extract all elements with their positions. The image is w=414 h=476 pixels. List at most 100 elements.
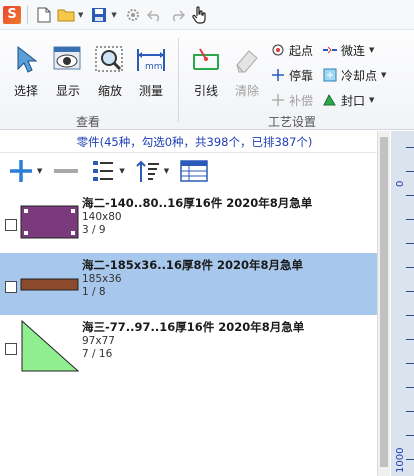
list-view-icon — [93, 161, 114, 181]
stop-button[interactable]: 停靠 — [270, 65, 313, 85]
sort-dropdown-icon[interactable]: ▼ — [164, 167, 169, 175]
start-point-button[interactable]: 起点 — [270, 40, 313, 60]
stop-crosshair-icon — [270, 67, 286, 83]
save-icon[interactable] — [89, 5, 109, 25]
ruler-tick — [406, 315, 414, 316]
ruler-tick — [406, 195, 414, 196]
part-title: 海二-185x36..16厚8件 2020年8月急单 — [82, 258, 303, 272]
zoom-label: 缩放 — [97, 84, 122, 98]
ruler-tick — [406, 363, 414, 364]
save-dropdown-icon[interactable]: ▼ — [111, 11, 116, 19]
display-button[interactable]: 显示 — [48, 44, 88, 99]
display-label: 显示 — [55, 84, 80, 98]
cooling-point-button[interactable]: 冷却点 ▼ — [322, 65, 386, 85]
seal-dropdown-icon[interactable]: ▼ — [369, 96, 374, 104]
measure-button[interactable]: mm 测量 — [131, 44, 171, 99]
seal-label: 封口 — [341, 93, 366, 108]
zoom-magnifier-icon — [90, 44, 130, 76]
ruler-tick — [406, 147, 414, 148]
cooling-point-label: 冷却点 — [341, 68, 378, 83]
remove-part-button[interactable] — [52, 158, 80, 184]
part-checkbox[interactable] — [5, 343, 17, 355]
parts-panel: 零件(45种，勾选0种，共398个，已排387个) ▼ ▼ ▼ 海二-140..… — [0, 131, 390, 476]
view-group-label: 查看 — [76, 115, 101, 129]
list-view-dropdown-icon[interactable]: ▼ — [119, 167, 124, 175]
select-label: 选择 — [13, 84, 38, 98]
sort-button[interactable]: ▼ — [135, 158, 169, 184]
part-title: 海三-77..97..16厚16件 2020年8月急单 — [82, 320, 305, 334]
start-point-label: 起点 — [289, 43, 314, 58]
ruler-tick — [406, 339, 414, 340]
clear-label: 清除 — [234, 84, 259, 98]
add-part-button[interactable]: ▼ — [8, 158, 42, 184]
list-item[interactable]: 海二-140..80..16厚16件 2020年8月急单 140x80 3 / … — [0, 191, 390, 253]
table-view-button[interactable] — [179, 159, 209, 183]
ruler-tick — [406, 243, 414, 244]
ruler-tick — [406, 291, 414, 292]
micro-joint-label: 微连 — [341, 43, 366, 58]
parts-toolbar: ▼ ▼ ▼ — [0, 153, 389, 189]
add-icon — [10, 160, 32, 182]
micro-joint-dropdown-icon[interactable]: ▼ — [369, 46, 374, 54]
ribbon-group-separator — [178, 38, 179, 122]
ruler-tick — [406, 435, 414, 436]
hand-pointer-icon[interactable] — [189, 5, 209, 25]
redo-icon[interactable] — [167, 5, 187, 25]
parts-scrollbar[interactable] — [377, 131, 390, 476]
open-dropdown-icon[interactable]: ▼ — [78, 11, 83, 19]
svg-text:mm: mm — [145, 62, 163, 72]
settings-gear-icon[interactable] — [123, 5, 143, 25]
add-dropdown-icon[interactable]: ▼ — [37, 167, 42, 175]
micro-joint-button[interactable]: 微连 ▼ — [322, 40, 374, 60]
select-arrow-icon — [6, 44, 46, 76]
parts-summary: 零件(45种，勾选0种，共398个，已排387个) — [0, 131, 389, 153]
compensation-button[interactable]: 补偿 — [270, 90, 313, 110]
quick-access-toolbar: S ▼ ▼ — [0, 0, 414, 30]
zoom-button[interactable]: 缩放 — [90, 44, 130, 99]
part-quantity: 3 / 9 — [82, 224, 106, 236]
part-dimensions: 185x36 — [82, 273, 122, 285]
ruler-tick — [406, 459, 414, 460]
seal-button[interactable]: 封口 ▼ — [322, 90, 374, 110]
process-group-label: 工艺设置 — [268, 115, 317, 129]
measure-label: 测量 — [138, 84, 163, 98]
ruler-tick — [406, 387, 414, 388]
part-title: 海二-140..80..16厚16件 2020年8月急单 — [82, 196, 313, 210]
remove-icon — [54, 169, 79, 173]
select-button[interactable]: 选择 — [6, 44, 46, 99]
leadline-icon — [186, 44, 226, 76]
ruler-tick — [406, 411, 414, 412]
start-point-icon — [270, 42, 286, 58]
clear-button[interactable]: 清除 — [227, 44, 267, 99]
parts-list: 海二-140..80..16厚16件 2020年8月急单 140x80 3 / … — [0, 191, 390, 377]
ruler-tick — [406, 171, 414, 172]
part-thumbnail — [20, 205, 79, 239]
part-quantity: 1 / 8 — [82, 286, 106, 298]
undo-icon[interactable] — [145, 5, 165, 25]
scrollbar-thumb[interactable] — [380, 137, 388, 467]
app-logo-icon[interactable]: S — [3, 5, 21, 24]
table-view-icon — [180, 160, 208, 182]
cooling-point-icon — [322, 67, 338, 83]
vertical-ruler: 0 1000 — [391, 131, 414, 476]
sort-icon — [136, 160, 159, 182]
list-item[interactable]: 海三-77..97..16厚16件 2020年8月急单 97x77 7 / 16 — [0, 315, 390, 377]
part-thumbnail — [20, 278, 79, 291]
leadline-button[interactable]: 引线 — [186, 44, 226, 99]
measure-ruler-icon: mm — [131, 44, 171, 76]
part-checkbox[interactable] — [5, 281, 17, 293]
ruler-tick — [406, 219, 414, 220]
list-view-button[interactable]: ▼ — [90, 158, 125, 184]
list-item[interactable]: 海二-185x36..16厚8件 2020年8月急单 185x36 1 / 8 — [0, 253, 390, 315]
cooling-point-dropdown-icon[interactable]: ▼ — [381, 71, 386, 79]
part-dimensions: 140x80 — [82, 211, 122, 223]
open-folder-icon[interactable] — [56, 5, 76, 25]
new-file-icon[interactable] — [34, 5, 54, 25]
micro-joint-icon — [322, 42, 338, 58]
leadline-label: 引线 — [193, 84, 218, 98]
part-checkbox[interactable] — [5, 219, 17, 231]
compensation-label: 补偿 — [289, 93, 314, 108]
part-thumbnail — [21, 319, 80, 372]
ribbon: 选择 显示 缩放 mm 测量 查看 引线 清除 起点 停靠 补偿 微连 ▼ 冷却… — [0, 30, 414, 130]
qat-separator — [27, 5, 28, 24]
